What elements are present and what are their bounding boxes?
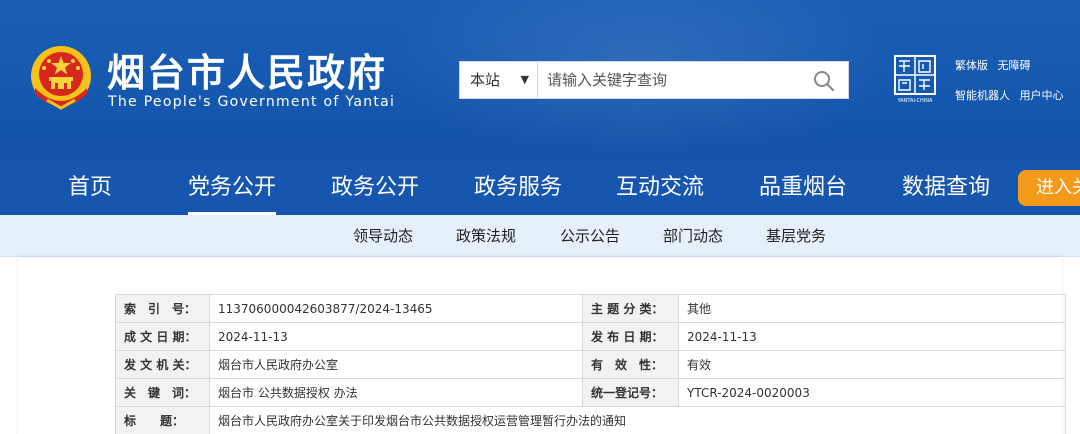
document-info-table: 索 引 号： 113706000042603877/2024-13465 主 题… (115, 294, 1066, 434)
nav-item-government-affairs[interactable]: 政务公开 (331, 158, 419, 215)
registration-number-label: 统一登记号： (582, 378, 679, 407)
table-row: 关 键 词： 烟台市 公共数据授权 办法 统一登记号： YTCR-2024-00… (115, 378, 1066, 407)
table-row: 索 引 号： 113706000042603877/2024-13465 主 题… (115, 294, 1066, 323)
subnav-item-department-news[interactable]: 部门动态 (663, 215, 723, 257)
enter-button[interactable]: 进入关 (1018, 170, 1080, 206)
title-value: 烟台市人民政府办公室关于印发烟台市公共数据授权运营管理暂行办法的通知 (209, 406, 1066, 434)
keywords-label: 关 键 词： (115, 378, 210, 407)
index-number-label: 索 引 号： (115, 294, 210, 323)
nav-item-interaction[interactable]: 互动交流 (616, 158, 704, 215)
table-row: 发 文 机 关： 烟台市人民政府办公室 有 效 性： 有效 (115, 350, 1066, 379)
written-date-value: 2024-11-13 (209, 322, 583, 351)
keywords-value: 烟台市 公共数据授权 办法 (209, 378, 583, 407)
svg-text:YANTAI·CHINA: YANTAI·CHINA (897, 98, 933, 104)
smart-robot-link[interactable]: 智能机器人 (955, 89, 1010, 102)
publish-date-label: 发 布 日 期： (582, 322, 679, 351)
search-scope-select[interactable]: 本站 ▼ (460, 62, 538, 98)
validity-value: 有效 (678, 350, 1066, 379)
site-title-english: The People's Government of Yantai (108, 94, 396, 110)
index-number-value: 113706000042603877/2024-13465 (209, 294, 583, 323)
search-bar: 本站 ▼ (459, 61, 849, 99)
title-label: 标 题： (115, 406, 210, 434)
table-row: 标 题： 烟台市人民政府办公室关于印发烟台市公共数据授权运营管理暂行办法的通知 (115, 406, 1066, 434)
registration-number-value: YTCR-2024-0020003 (678, 378, 1066, 407)
site-title: 烟台市人民政府 (107, 51, 388, 95)
user-center-link[interactable]: 用户中心 (1020, 89, 1064, 102)
subnav-item-policies[interactable]: 政策法规 (456, 215, 516, 257)
main-nav: 首页 党务公开 政务公开 政务服务 互动交流 品重烟台 数据查询 进入关 (0, 158, 1080, 215)
nav-item-data-query[interactable]: 数据查询 (902, 158, 990, 215)
subnav-item-grassroots[interactable]: 基层党务 (766, 215, 826, 257)
table-row: 成 文 日 期： 2024-11-13 发 布 日 期： 2024-11-13 (115, 322, 1066, 351)
subnav-item-announcements[interactable]: 公示公告 (560, 215, 620, 257)
issuing-agency-value: 烟台市人民政府办公室 (209, 350, 583, 379)
sub-nav: 领导动态 政策法规 公示公告 部门动态 基层党务 (0, 215, 1080, 257)
accessibility-link[interactable]: 无障碍 (998, 59, 1031, 72)
yantai-seal-logo: YANTAI·CHINA (894, 55, 936, 104)
nav-item-government-services[interactable]: 政务服务 (474, 158, 562, 215)
national-emblem-icon (31, 46, 91, 110)
issuing-agency-label: 发 文 机 关： (115, 350, 210, 379)
topic-category-value: 其他 (678, 294, 1066, 323)
caret-down-icon: ▼ (520, 73, 529, 86)
nav-item-party-affairs[interactable]: 党务公开 (188, 158, 277, 215)
subnav-item-leader-news[interactable]: 领导动态 (353, 215, 413, 257)
topic-category-label: 主 题 分 类： (582, 294, 679, 323)
search-scope-label: 本站 (470, 71, 501, 89)
utility-links: 繁体版 无障碍 智能机器人 用户中心 (955, 58, 1070, 110)
traditional-chinese-link[interactable]: 繁体版 (955, 59, 988, 72)
site-header: 烟台市人民政府 The People's Government of Yanta… (0, 0, 1080, 158)
nav-item-home[interactable]: 首页 (68, 158, 112, 215)
publish-date-value: 2024-11-13 (678, 322, 1066, 351)
search-input[interactable] (540, 62, 802, 98)
written-date-label: 成 文 日 期： (115, 322, 210, 351)
search-icon[interactable] (812, 69, 836, 93)
validity-label: 有 效 性： (582, 350, 679, 379)
nav-item-pinzhong-yantai[interactable]: 品重烟台 (759, 158, 847, 215)
